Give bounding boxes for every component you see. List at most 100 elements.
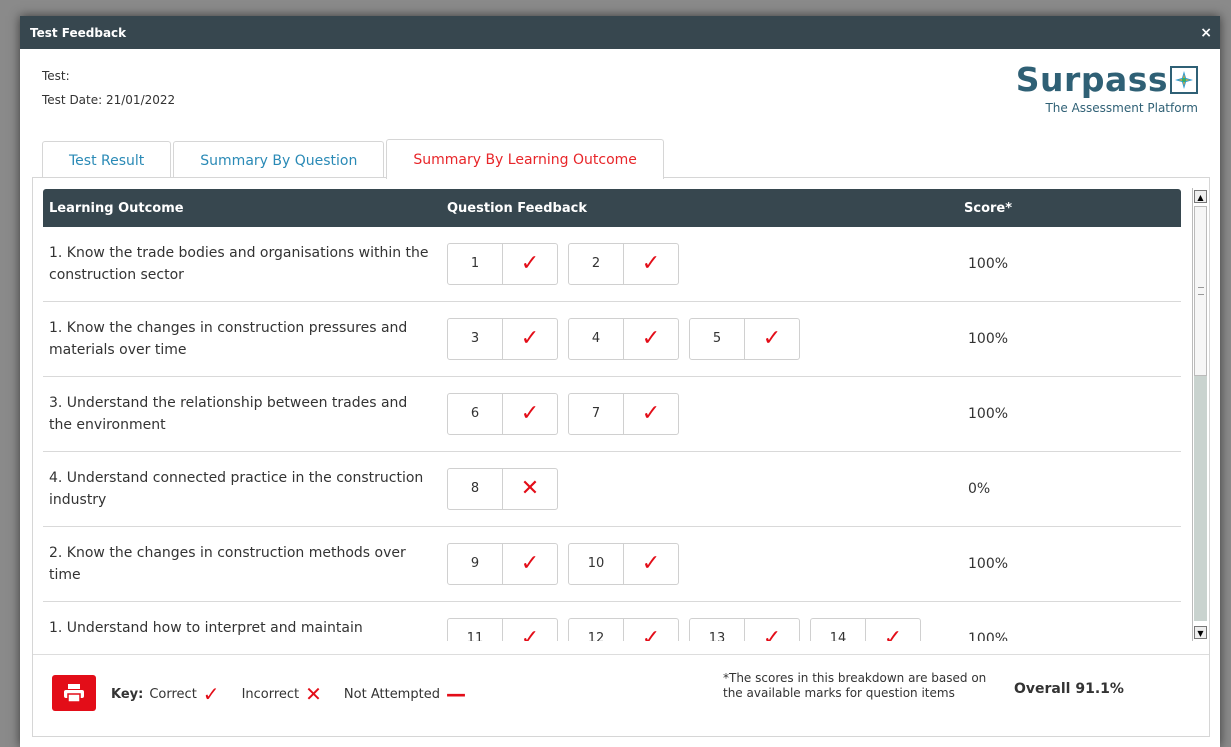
question-feedback-item[interactable]: 6 ✓ <box>447 393 558 435</box>
correct-check-icon: ✓ <box>202 682 220 706</box>
correct-check-icon: ✓ <box>520 401 540 426</box>
logo-star-icon <box>1170 65 1198 94</box>
question-number: 8 <box>448 469 503 509</box>
score-cell: 100% <box>968 631 1009 641</box>
correct-check-icon: ✓ <box>762 626 782 641</box>
table-row: 1. Understand how to interpret and maint… <box>43 602 1181 641</box>
question-feedback-item[interactable]: 11 ✓ <box>447 618 558 641</box>
question-feedback-item[interactable]: 2 ✓ <box>568 243 679 285</box>
score-cell: 100% <box>968 256 1009 272</box>
score-cell: 100% <box>968 331 1009 347</box>
learning-outcome-text: 1. Know the trade bodies and organisatio… <box>49 245 429 283</box>
window-title: Test Feedback <box>30 25 127 40</box>
question-feedback-cell: 8 ✕ <box>441 468 954 510</box>
incorrect-cross-icon: ✕ <box>520 476 540 501</box>
print-button[interactable] <box>52 675 96 711</box>
correct-check-icon: ✓ <box>883 626 903 641</box>
tab-test-result[interactable]: Test Result <box>42 141 172 179</box>
scroll-thumb[interactable] <box>1194 206 1207 376</box>
test-date: Test Date: 21/01/2022 <box>42 93 176 107</box>
key-incorrect-label: Incorrect <box>241 686 300 702</box>
not-attempted-dash-icon: — <box>445 682 466 706</box>
score-cell: 100% <box>968 556 1009 572</box>
scroll-up-arrow-icon[interactable]: ▲ <box>1194 190 1207 203</box>
correct-check-icon: ✓ <box>762 326 782 351</box>
correct-check-icon: ✓ <box>520 551 540 576</box>
question-feedback-item[interactable]: 4 ✓ <box>568 318 679 360</box>
key-correct-label: Correct <box>149 686 197 702</box>
learning-outcome-text: 2. Know the changes in construction meth… <box>49 545 406 583</box>
test-meta: Test: Test Date: 21/01/2022 <box>42 64 175 112</box>
question-feedback-cell: 6 ✓ 7 ✓ <box>441 393 954 435</box>
correct-check-icon: ✓ <box>641 326 661 351</box>
question-number: 4 <box>569 319 624 359</box>
header-learning-outcome: Learning Outcome <box>49 200 184 216</box>
question-feedback-item[interactable]: 10 ✓ <box>568 543 679 585</box>
printer-icon <box>64 684 84 702</box>
question-number: 12 <box>569 619 624 641</box>
outcome-table: Learning Outcome Question Feedback Score… <box>43 189 1181 641</box>
learning-outcome-text: 3. Understand the relationship between t… <box>49 395 408 433</box>
tab-bar: Test Result Summary By Question Summary … <box>42 139 666 179</box>
question-feedback-item[interactable]: 3 ✓ <box>447 318 558 360</box>
header-question-feedback: Question Feedback <box>447 200 587 216</box>
tab-panel: Learning Outcome Question Feedback Score… <box>32 177 1210 737</box>
table-row: 2. Know the changes in construction meth… <box>43 527 1181 602</box>
question-number: 7 <box>569 394 624 434</box>
logo-name: Surpass <box>1015 60 1168 99</box>
question-feedback-item[interactable]: 14 ✓ <box>810 618 921 641</box>
footer: Key: Correct ✓ Incorrect ✕ Not Attempted… <box>33 654 1209 739</box>
correct-check-icon: ✓ <box>520 251 540 276</box>
key-not-attempted-label: Not Attempted <box>343 686 440 702</box>
question-number: 2 <box>569 244 624 284</box>
title-bar: Test Feedback × <box>20 16 1220 49</box>
score-cell: 0% <box>968 481 991 497</box>
key-label: Key: <box>111 686 144 702</box>
question-feedback-item[interactable]: 1 ✓ <box>447 243 558 285</box>
table-row: 4. Understand connected practice in the … <box>43 452 1181 527</box>
question-number: 5 <box>690 319 745 359</box>
grip-icon <box>1198 287 1204 295</box>
correct-check-icon: ✓ <box>520 626 540 641</box>
header-score: Score* <box>964 200 1013 216</box>
score-cell: 100% <box>968 406 1009 422</box>
test-feedback-dialog: Test Feedback × Test: Test Date: 21/01/2… <box>20 16 1220 747</box>
scroll-down-arrow-icon[interactable]: ▼ <box>1194 626 1207 639</box>
question-number: 10 <box>569 544 624 584</box>
question-number: 14 <box>811 619 866 641</box>
question-number: 11 <box>448 619 503 641</box>
scroll-track[interactable] <box>1194 376 1207 621</box>
question-feedback-item[interactable]: 9 ✓ <box>447 543 558 585</box>
table-row: 1. Know the changes in construction pres… <box>43 302 1181 377</box>
tab-summary-by-learning-outcome[interactable]: Summary By Learning Outcome <box>386 139 664 179</box>
table-row: 1. Know the trade bodies and organisatio… <box>43 227 1181 302</box>
close-button[interactable]: × <box>1200 25 1212 41</box>
overall-score: Overall 91.1% <box>1014 681 1124 697</box>
question-feedback-item[interactable]: 5 ✓ <box>689 318 800 360</box>
vertical-scrollbar[interactable]: ▲ ▼ <box>1192 188 1209 641</box>
incorrect-cross-icon: ✕ <box>305 682 322 706</box>
table-body: 1. Know the trade bodies and organisatio… <box>43 227 1181 641</box>
question-feedback-item[interactable]: 13 ✓ <box>689 618 800 641</box>
correct-check-icon: ✓ <box>641 551 661 576</box>
correct-check-icon: ✓ <box>520 326 540 351</box>
question-feedback-item[interactable]: 12 ✓ <box>568 618 679 641</box>
correct-check-icon: ✓ <box>641 626 661 641</box>
question-feedback-item[interactable]: 7 ✓ <box>568 393 679 435</box>
tab-summary-by-question[interactable]: Summary By Question <box>173 141 385 179</box>
learning-outcome-text: 4. Understand connected practice in the … <box>49 470 424 508</box>
score-footnote: *The scores in this breakdown are based … <box>723 671 987 700</box>
learning-outcome-text: 1. Know the changes in construction pres… <box>49 320 408 358</box>
question-number: 1 <box>448 244 503 284</box>
test-label: Test: <box>42 69 70 83</box>
question-number: 6 <box>448 394 503 434</box>
question-feedback-cell: 1 ✓ 2 ✓ <box>441 243 954 285</box>
table-row: 3. Understand the relationship between t… <box>43 377 1181 452</box>
question-feedback-cell: 11 ✓ 12 ✓ 13 ✓ 14 ✓ <box>441 618 954 641</box>
key-legend: Key: Correct ✓ Incorrect ✕ Not Attempted… <box>111 682 488 706</box>
logo-tagline: The Assessment Platform <box>1045 101 1198 115</box>
question-feedback-cell: 3 ✓ 4 ✓ 5 ✓ <box>441 318 954 360</box>
learning-outcome-text: 1. Understand how to interpret and maint… <box>49 620 363 636</box>
question-number: 3 <box>448 319 503 359</box>
question-feedback-item[interactable]: 8 ✕ <box>447 468 558 510</box>
